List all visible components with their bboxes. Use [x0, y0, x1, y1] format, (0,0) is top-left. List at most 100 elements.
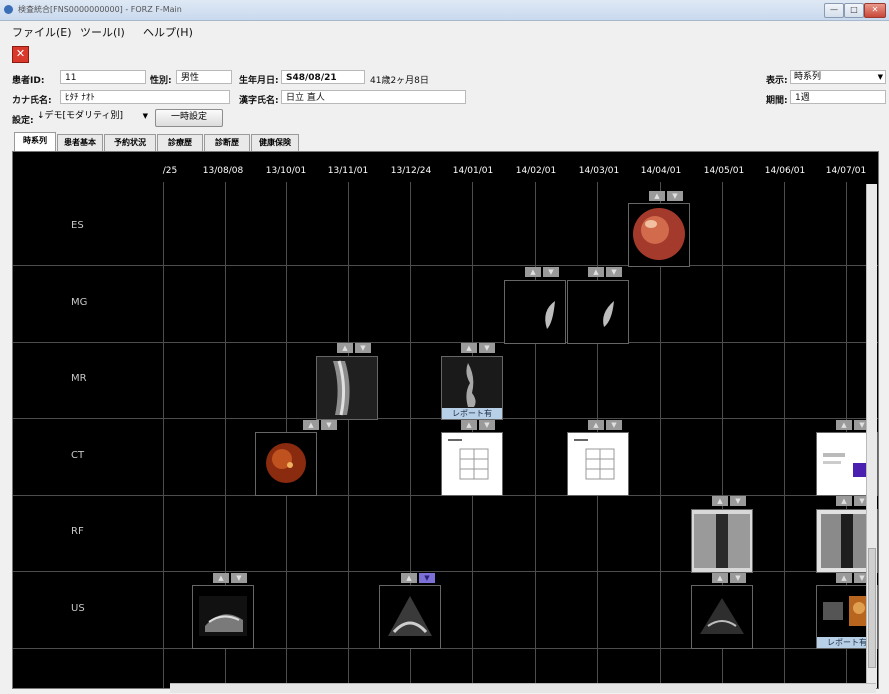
- move-up-button[interactable]: ▲: [588, 267, 604, 277]
- move-down-button[interactable]: ▼: [667, 191, 683, 201]
- ultrasound-image: [388, 596, 432, 636]
- move-up-button[interactable]: ▲: [461, 420, 477, 430]
- mammography-image: [545, 301, 555, 329]
- chevron-down-icon: ▼: [142, 112, 148, 120]
- grid-line: [13, 342, 878, 343]
- move-down-button[interactable]: ▼: [419, 573, 435, 583]
- move-down-button[interactable]: ▼: [321, 420, 337, 430]
- document-image: [574, 439, 615, 480]
- move-down-button[interactable]: ▼: [543, 267, 559, 277]
- minimize-button[interactable]: —: [824, 3, 844, 18]
- thumbnail-controls: ▲ ▼: [401, 573, 435, 583]
- move-up-button[interactable]: ▲: [303, 420, 319, 430]
- menu-tools[interactable]: ツール(I): [80, 24, 125, 40]
- move-up-button[interactable]: ▲: [525, 267, 541, 277]
- grid-line: [784, 182, 785, 688]
- tab-diagnosis-history[interactable]: 診断歴: [204, 134, 250, 151]
- window-title: 検査統合[FNS0000000000] - FORZ F-Main: [18, 5, 182, 14]
- move-up-button[interactable]: ▲: [461, 343, 477, 353]
- app-icon: [4, 5, 13, 14]
- image-thumbnail-mr[interactable]: レポート有: [441, 356, 503, 420]
- grid-line: [13, 265, 878, 266]
- image-thumbnail-ct[interactable]: [567, 432, 629, 496]
- menu-file[interactable]: ファイル(E): [12, 24, 72, 40]
- image-thumbnail-ct[interactable]: [441, 432, 503, 496]
- setting-select[interactable]: ↓デモ[モダリティ別] ▼: [34, 110, 150, 124]
- date-label: 13/10/01: [265, 166, 307, 176]
- close-window-button[interactable]: ✕: [864, 3, 886, 18]
- move-up-button[interactable]: ▲: [836, 573, 852, 583]
- tab-patient-basic[interactable]: 患者基本: [57, 134, 103, 151]
- date-label: 14/05/01: [703, 166, 745, 176]
- thumbnail-controls: ▲ ▼: [337, 343, 371, 353]
- move-down-button[interactable]: ▼: [231, 573, 247, 583]
- tab-timeline[interactable]: 時系列: [14, 132, 56, 152]
- move-down-button[interactable]: ▼: [606, 267, 622, 277]
- move-up-button[interactable]: ▲: [712, 496, 728, 506]
- move-up-button[interactable]: ▲: [836, 420, 852, 430]
- image-thumbnail-es[interactable]: [628, 203, 690, 267]
- document-image: [448, 439, 489, 480]
- sex-field[interactable]: 男性: [176, 70, 232, 84]
- sex-label: 性別:: [150, 76, 172, 86]
- report-badge: レポート有: [442, 408, 502, 419]
- title-bar: 検査統合[FNS0000000000] - FORZ F-Main — □ ✕: [0, 0, 889, 21]
- move-up-button[interactable]: ▲: [213, 573, 229, 583]
- move-up-button[interactable]: ▲: [337, 343, 353, 353]
- image-thumbnail-us[interactable]: [379, 585, 441, 649]
- move-up-button[interactable]: ▲: [401, 573, 417, 583]
- maximize-button[interactable]: □: [844, 3, 864, 18]
- thumbnail-controls: ▲ ▼: [588, 267, 622, 277]
- move-down-button[interactable]: ▼: [730, 573, 746, 583]
- kana-name-label: カナ氏名:: [12, 96, 52, 106]
- thumbnail-controls: ▲ ▼: [525, 267, 559, 277]
- date-label: /25: [162, 166, 178, 176]
- patient-id-field[interactable]: 11: [60, 70, 146, 84]
- temp-setting-button[interactable]: 一時設定: [155, 109, 223, 127]
- kanji-name-field[interactable]: 日立 直人: [281, 90, 466, 104]
- close-patient-button[interactable]: ✕: [12, 46, 29, 63]
- display-label: 表示:: [766, 76, 788, 86]
- setting-label: 設定:: [12, 116, 34, 126]
- image-thumbnail-mg[interactable]: [504, 280, 566, 344]
- fundus-image: [266, 443, 306, 483]
- move-down-button[interactable]: ▼: [479, 343, 495, 353]
- modality-label-ct: CT: [71, 450, 85, 461]
- kana-name-field[interactable]: ﾋﾀﾁ ﾅｵﾄ: [60, 90, 230, 104]
- timeline-panel: /25 13/08/08 13/10/01 13/11/01 13/12/24 …: [12, 151, 879, 689]
- move-up-button[interactable]: ▲: [588, 420, 604, 430]
- image-thumbnail-ct[interactable]: [255, 432, 317, 496]
- image-thumbnail-mg[interactable]: [567, 280, 629, 344]
- display-select[interactable]: 時系列 ▼: [790, 70, 886, 84]
- chevron-down-icon: ▼: [877, 73, 883, 81]
- tab-treatment-history[interactable]: 診療歴: [157, 134, 203, 151]
- scrollbar-thumb[interactable]: [868, 548, 876, 668]
- move-down-button[interactable]: ▼: [355, 343, 371, 353]
- image-thumbnail-rf[interactable]: [691, 509, 753, 573]
- image-thumbnail-us[interactable]: [192, 585, 254, 649]
- image-thumbnail-us[interactable]: [691, 585, 753, 649]
- thumbnail-controls: ▲ ▼: [836, 573, 870, 583]
- image-thumbnail-mr[interactable]: [316, 356, 378, 420]
- move-up-button[interactable]: ▲: [836, 496, 852, 506]
- tab-insurance[interactable]: 健康保険: [251, 134, 299, 151]
- move-down-button[interactable]: ▼: [479, 420, 495, 430]
- menu-help[interactable]: ヘルプ(H): [143, 24, 193, 40]
- move-down-button[interactable]: ▼: [730, 496, 746, 506]
- mammography-image: [603, 301, 614, 327]
- date-label: 14/07/01: [825, 166, 867, 176]
- mri-spine-image: [317, 357, 377, 419]
- tab-reservation[interactable]: 予約状況: [104, 134, 156, 151]
- horizontal-scrollbar[interactable]: [170, 683, 876, 693]
- date-label: 14/01/01: [452, 166, 494, 176]
- dob-field[interactable]: S48/08/21: [281, 70, 365, 84]
- menu-bar: ファイル(E) ツール(I) ヘルプ(H): [0, 21, 889, 39]
- modality-label-rf: RF: [71, 526, 84, 537]
- endoscopy-image: [633, 208, 685, 260]
- move-down-button[interactable]: ▼: [606, 420, 622, 430]
- vertical-scrollbar[interactable]: [866, 184, 877, 688]
- move-up-button[interactable]: ▲: [649, 191, 665, 201]
- move-up-button[interactable]: ▲: [712, 573, 728, 583]
- range-label: 期間:: [766, 96, 788, 106]
- range-field[interactable]: 1週: [790, 90, 886, 104]
